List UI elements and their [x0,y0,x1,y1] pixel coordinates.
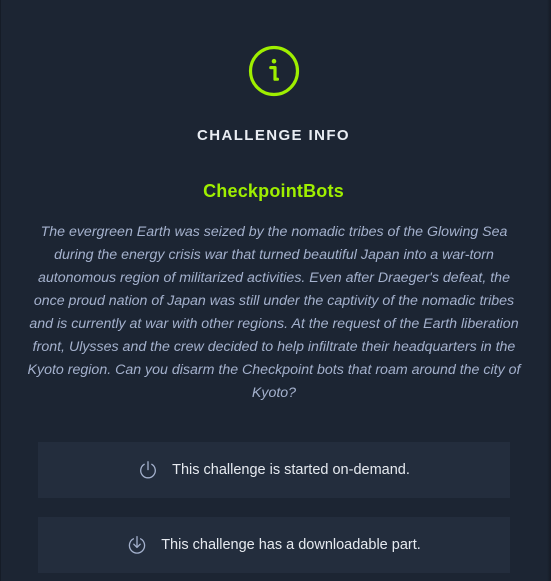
on-demand-info-text: This challenge is started on-demand. [172,462,410,478]
on-demand-info-card: This challenge is started on-demand. [38,442,510,498]
downloadable-info-card: This challenge has a downloadable part. [38,517,510,573]
panel-edge [547,0,551,581]
challenge-description: The evergreen Earth was seized by the no… [27,224,521,401]
challenge-info-panel: CHALLENGE INFO CheckpointBots The evergr… [0,0,551,581]
info-circle-icon [248,45,300,97]
panel-title: CHALLENGE INFO [197,127,350,144]
download-icon [128,535,146,554]
challenge-name: CheckpointBots [203,181,344,201]
downloadable-info-text: This challenge has a downloadable part. [161,537,421,553]
power-icon [140,461,157,479]
